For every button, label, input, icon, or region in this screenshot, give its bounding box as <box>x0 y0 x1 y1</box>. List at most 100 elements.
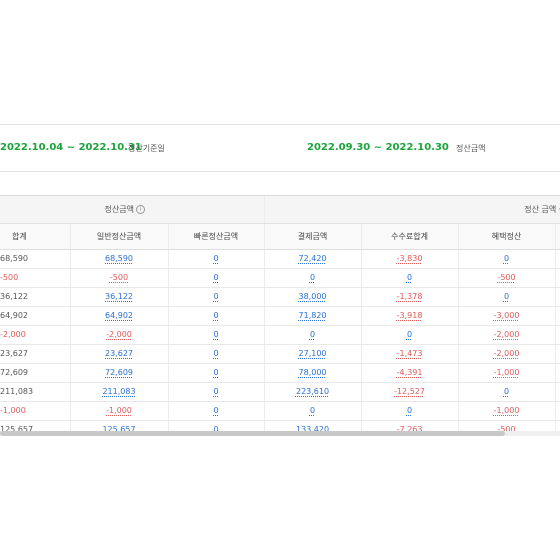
row-total-cell: 72,609 <box>0 363 71 383</box>
benefit-settlement-link[interactable]: -1,000 <box>494 406 520 415</box>
overflow-cell <box>555 268 560 288</box>
column-header-total[interactable]: 합계 <box>0 223 71 250</box>
horizontal-scrollbar[interactable] <box>0 431 560 436</box>
payment-amount-link[interactable]: 0 <box>310 273 315 282</box>
table-row: 23,627 23,627 0 27,100 -1,473 -2,000 <box>0 344 560 364</box>
scrollbar-thumb[interactable] <box>0 431 505 436</box>
settlement-date-label: 정산기준일 <box>128 144 165 153</box>
payment-amount-link[interactable]: 38,000 <box>299 292 327 301</box>
table-row: 211,083 211,083 0 223,610 -12,527 0 <box>0 382 560 402</box>
table-cell: 23,627 <box>70 344 169 364</box>
overflow-cell <box>555 363 560 383</box>
fee-total-link[interactable]: -12,527 <box>394 387 425 396</box>
fee-total-link[interactable]: -3,830 <box>397 254 423 263</box>
general-settlement-link[interactable]: 72,609 <box>105 368 133 377</box>
overflow-cell <box>555 325 560 345</box>
benefit-settlement-link[interactable]: 0 <box>504 254 509 263</box>
payment-amount-link[interactable]: 71,820 <box>299 311 327 320</box>
quick-settlement-link[interactable]: 0 <box>213 254 218 263</box>
settlement-period-bar: 2022.10.04 ~ 2022.10.31 정산기준일 2022.09.30… <box>0 124 560 172</box>
fee-total-link[interactable]: -1,473 <box>397 349 423 358</box>
fee-total-link[interactable]: -1,378 <box>397 292 423 301</box>
table-cell: -1,000 <box>70 401 169 421</box>
overflow-cell <box>555 344 560 364</box>
table-cell: 0 <box>168 401 265 421</box>
general-settlement-link[interactable]: -1,000 <box>106 406 132 415</box>
fee-total-link[interactable]: 0 <box>407 330 412 339</box>
benefit-settlement-link[interactable]: -2,000 <box>494 349 520 358</box>
benefit-settlement-link[interactable]: -2,000 <box>494 330 520 339</box>
row-total-cell: -1,000 <box>0 401 71 421</box>
quick-settlement-link[interactable]: 0 <box>213 311 218 320</box>
table-row: 68,590 68,590 0 72,420 -3,830 0 <box>0 249 560 269</box>
column-header-payment[interactable]: 결제금액 <box>264 223 362 250</box>
general-settlement-link[interactable]: -500 <box>110 273 128 282</box>
quick-settlement-link[interactable]: 0 <box>213 330 218 339</box>
general-settlement-link[interactable]: 36,122 <box>105 292 133 301</box>
group-header-label: 정산 금액 상세 <box>524 204 560 214</box>
column-header-fee-total[interactable]: 수수료합계 <box>361 223 459 250</box>
overflow-cell <box>555 249 560 269</box>
payment-amount-link[interactable]: 0 <box>310 406 315 415</box>
table-cell: 36,122 <box>70 287 169 307</box>
payment-amount-link[interactable]: 223,610 <box>296 387 329 396</box>
table-cell: 0 <box>168 306 265 326</box>
table-cell: 0 <box>168 363 265 383</box>
table-cell: 72,420 <box>264 249 362 269</box>
table-cell: 223,610 <box>264 382 362 402</box>
general-settlement-link[interactable]: -2,000 <box>106 330 132 339</box>
benefit-settlement-link[interactable]: -500 <box>497 273 515 282</box>
quick-settlement-link[interactable]: 0 <box>213 292 218 301</box>
column-header-benefit[interactable]: 혜택정산 <box>458 223 556 250</box>
general-settlement-link[interactable]: 211,083 <box>102 387 135 396</box>
info-icon[interactable]: i <box>135 204 145 214</box>
table-cell: 27,100 <box>264 344 362 364</box>
payment-amount-link[interactable]: 78,000 <box>299 368 327 377</box>
table-cell: -2,000 <box>458 325 556 345</box>
table-cell: 0 <box>458 287 556 307</box>
benefit-settlement-link[interactable]: 0 <box>504 292 509 301</box>
table-cell: -1,473 <box>361 344 459 364</box>
quick-settlement-link[interactable]: 0 <box>213 406 218 415</box>
quick-settlement-link[interactable]: 0 <box>213 387 218 396</box>
settlement-amount-range: 2022.09.30 ~ 2022.10.30 <box>307 142 449 153</box>
table-cell: 0 <box>168 268 265 288</box>
overflow-cell <box>555 401 560 421</box>
table-cell: -3,830 <box>361 249 459 269</box>
benefit-settlement-link[interactable]: -1,000 <box>494 368 520 377</box>
fee-total-link[interactable]: -4,391 <box>397 368 423 377</box>
column-header-overflow <box>555 223 560 250</box>
table-row: 36,122 36,122 0 38,000 -1,378 0 <box>0 287 560 307</box>
quick-settlement-link[interactable]: 0 <box>213 273 218 282</box>
benefit-settlement-link[interactable]: -3,000 <box>494 311 520 320</box>
row-total-cell: -2,000 <box>0 325 71 345</box>
benefit-settlement-link[interactable]: 0 <box>504 387 509 396</box>
table-cell: 0 <box>361 401 459 421</box>
quick-settlement-link[interactable]: 0 <box>213 368 218 377</box>
table-cell: 211,083 <box>70 382 169 402</box>
table-cell: 0 <box>168 249 265 269</box>
table-cell: -1,378 <box>361 287 459 307</box>
fee-total-link[interactable]: 0 <box>407 273 412 282</box>
payment-amount-link[interactable]: 0 <box>310 330 315 339</box>
settlement-table-container[interactable]: 정산금액i 정산 금액 상세 합계 일반정산금액 빠른정산금액 결제금액 수수료… <box>0 195 560 435</box>
table-row: 64,902 64,902 0 71,820 -3,918 -3,000 <box>0 306 560 326</box>
payment-amount-link[interactable]: 72,420 <box>299 254 327 263</box>
general-settlement-link[interactable]: 68,590 <box>105 254 133 263</box>
table-cell: -3,918 <box>361 306 459 326</box>
general-settlement-link[interactable]: 23,627 <box>105 349 133 358</box>
fee-total-link[interactable]: 0 <box>407 406 412 415</box>
settlement-amount-group-header: 정산금액 i <box>0 196 265 224</box>
general-settlement-link[interactable]: 64,902 <box>105 311 133 320</box>
quick-settlement-link[interactable]: 0 <box>213 349 218 358</box>
table-cell: 0 <box>168 382 265 402</box>
column-header-quick-settlement[interactable]: 빠른정산금액 <box>168 223 265 250</box>
overflow-cell <box>555 382 560 402</box>
table-cell: -500 <box>458 268 556 288</box>
fee-total-link[interactable]: -3,918 <box>397 311 423 320</box>
payment-amount-link[interactable]: 27,100 <box>299 349 327 358</box>
table-cell: -12,527 <box>361 382 459 402</box>
row-total-cell: 211,083 <box>0 382 71 402</box>
column-header-general-settlement[interactable]: 일반정산금액 <box>70 223 169 250</box>
row-total-cell: 68,590 <box>0 249 71 269</box>
